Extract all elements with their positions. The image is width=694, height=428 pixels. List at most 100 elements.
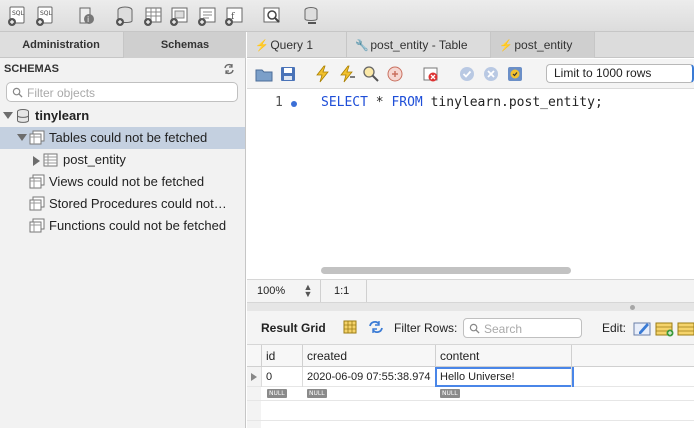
tab-post-entity-table[interactable]: 🔧 post_entity - Table [347, 32, 491, 58]
filter-rows-box [463, 318, 582, 338]
execute-icon[interactable] [314, 65, 332, 83]
tree-tables-folder[interactable]: Tables could not be fetched [0, 127, 245, 149]
create-schema-icon[interactable] [114, 5, 136, 27]
tree-functions-folder[interactable]: Functions could not be fetched [0, 215, 245, 237]
open-sql-script-icon[interactable]: SQL [34, 5, 56, 27]
sql-editor[interactable]: 1 SELECT * FROM tinylearn.post_entity; [247, 89, 694, 279]
navigator-tabs: Administration Schemas [0, 32, 246, 58]
tab-label: post_entity - Table [370, 38, 468, 52]
views-folder-icon [29, 174, 45, 190]
zoom-level[interactable]: 100% [257, 285, 285, 297]
edit-label: Edit: [602, 321, 627, 335]
collapse-triangle-icon[interactable] [3, 112, 13, 119]
schemas-heading: SCHEMAS [4, 63, 60, 75]
delete-row-icon[interactable] [677, 322, 694, 336]
zoom-stepper-icon[interactable]: ▲ ▼ [303, 283, 313, 299]
filter-rows-input[interactable] [484, 321, 579, 336]
splitter-handle-icon[interactable] [630, 305, 635, 310]
table-row[interactable]: 0 2020-06-09 07:55:38.974 Hello Universe… [247, 367, 694, 387]
cell-id[interactable]: 0 [261, 367, 302, 387]
limit-rows-select[interactable]: Limit to 1000 rows [546, 64, 694, 83]
stop-icon[interactable] [386, 65, 404, 83]
open-folder-icon[interactable] [255, 65, 273, 83]
create-table-icon[interactable] [142, 5, 164, 27]
rollback-icon[interactable] [482, 65, 500, 83]
sql-target: tinylearn.post_entity; [422, 95, 603, 110]
table-icon [43, 152, 59, 168]
refresh-results-icon[interactable] [368, 320, 384, 337]
tab-post-entity[interactable]: ⚡ post_entity [491, 32, 595, 58]
main-toolbar: SQL SQL i f [0, 0, 694, 32]
horizontal-scrollbar[interactable] [321, 267, 694, 275]
tables-label: Tables could not be fetched [49, 130, 208, 145]
sql-statement[interactable]: SELECT * FROM tinylearn.post_entity; [321, 95, 603, 110]
tree-procedures-folder[interactable]: Stored Procedures could not… [0, 193, 245, 215]
add-row-icon[interactable] [655, 322, 674, 337]
editor-tabs: ⚡ Query 1 🔧 post_entity - Table ⚡ post_e… [247, 32, 694, 58]
new-row[interactable]: NULL NULL NULL [247, 387, 694, 401]
toggle-error-icon[interactable] [422, 65, 440, 83]
sql-keyword-from: FROM [391, 95, 423, 110]
views-label: Views could not be fetched [49, 174, 205, 189]
create-function-icon[interactable]: f [223, 5, 245, 27]
sql-star: * [367, 95, 392, 110]
search-table-data-icon[interactable] [261, 5, 283, 27]
create-view-icon[interactable] [168, 5, 190, 27]
filter-objects-input[interactable] [27, 85, 232, 100]
lightning-icon: ⚡ [499, 40, 513, 52]
result-grid-label[interactable]: Result Grid [261, 321, 326, 335]
edit-icons [633, 319, 694, 337]
tree-schema-tinylearn[interactable]: tinylearn [0, 105, 245, 127]
edit-row-icon[interactable] [633, 322, 651, 336]
search-icon [12, 87, 23, 98]
current-row-marker-icon [251, 373, 257, 381]
sql-keyword-select: SELECT [321, 95, 368, 110]
column-header-id[interactable]: id [261, 345, 302, 367]
execute-current-icon[interactable] [338, 65, 356, 83]
grid-header: id created content [247, 345, 694, 367]
refresh-icon[interactable] [223, 63, 235, 75]
tree-views-folder[interactable]: Views could not be fetched [0, 171, 245, 193]
scrollbar-thumb[interactable] [321, 267, 571, 274]
cell-created[interactable]: 2020-06-09 07:55:38.974 [302, 367, 435, 387]
column-header-content[interactable]: content [435, 345, 571, 367]
reconnect-icon[interactable] [300, 5, 322, 27]
tables-folder-icon [29, 130, 45, 146]
tree-table-post-entity[interactable]: post_entity [0, 149, 245, 171]
result-toolbar: Result Grid Filter Rows: Edit: [247, 311, 694, 345]
tab-schemas[interactable]: Schemas [123, 32, 246, 58]
tab-administration[interactable]: Administration [0, 32, 122, 58]
null-badge[interactable]: NULL [267, 389, 287, 398]
collapse-triangle-icon[interactable] [17, 134, 27, 141]
cell-content[interactable]: Hello Universe! [435, 367, 574, 387]
divider [366, 280, 367, 302]
create-procedure-icon[interactable] [196, 5, 218, 27]
column-header-empty [571, 345, 694, 367]
wrench-icon: 🔧 [355, 40, 369, 52]
tab-label: Query 1 [270, 38, 314, 52]
tab-label: post_entity [514, 38, 573, 52]
commit-icon[interactable] [458, 65, 476, 83]
null-badge[interactable]: NULL [440, 389, 460, 398]
new-sql-tab-icon[interactable]: SQL [6, 5, 28, 27]
filter-rows-label: Filter Rows: [394, 321, 458, 335]
svg-text:SQL: SQL [40, 10, 53, 17]
save-icon[interactable] [279, 65, 297, 83]
column-header-created[interactable]: created [302, 345, 435, 367]
tab-query-1[interactable]: ⚡ Query 1 [247, 32, 347, 58]
null-badge[interactable]: NULL [307, 389, 327, 398]
auto-commit-icon[interactable] [506, 65, 524, 83]
result-grid[interactable]: id created content 0 2020-06-09 07:55:38… [247, 345, 694, 428]
panel-splitter[interactable] [247, 303, 694, 311]
search-icon [469, 323, 480, 334]
schema-navigator: SCHEMAS tinylearn Tables could not be fe… [0, 58, 246, 428]
grid-view-icon[interactable] [343, 320, 357, 337]
schema-name: tinylearn [35, 108, 90, 123]
procedures-folder-icon [29, 196, 45, 212]
lightning-icon: ⚡ [255, 40, 269, 52]
inspect-object-icon[interactable]: i [75, 5, 97, 27]
explain-icon[interactable] [362, 65, 380, 83]
cursor-position: 1:1 [334, 285, 350, 297]
expand-triangle-icon[interactable] [33, 156, 40, 166]
functions-label: Functions could not be fetched [49, 218, 227, 233]
